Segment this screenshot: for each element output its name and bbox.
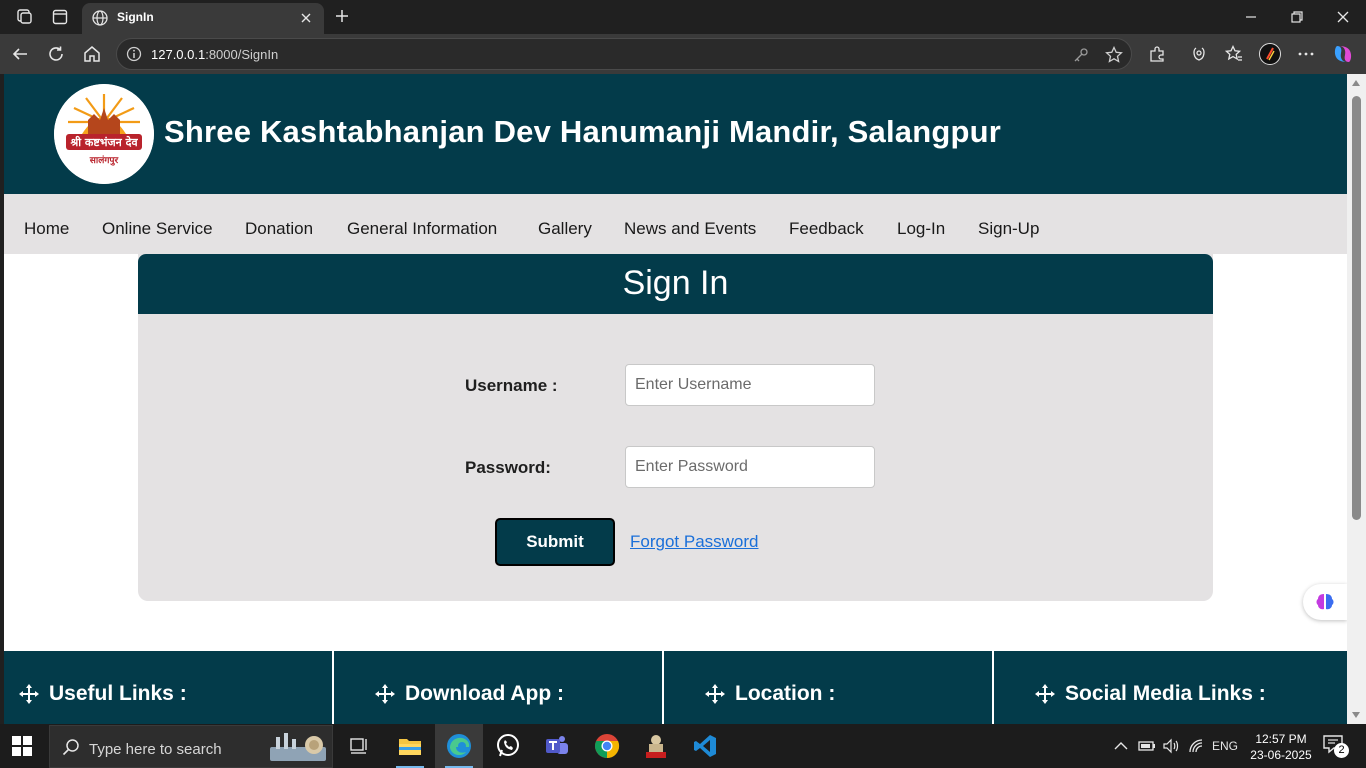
notification-center-icon[interactable]: 2	[1322, 734, 1349, 758]
menu-item-signup[interactable]: Sign-Up	[978, 219, 1039, 239]
password-label: Password:	[465, 458, 551, 477]
clock-date: 23-06-2025	[1250, 748, 1312, 762]
clock-time: 12:57 PM	[1255, 732, 1307, 746]
footer-title-social-media: Social Media Links :	[1065, 682, 1266, 705]
menu-item-feedback[interactable]: Feedback	[789, 219, 864, 239]
address-bar[interactable]: 127.0.0.1:8000/SignIn	[116, 38, 1132, 70]
assistant-brain-button[interactable]	[1303, 584, 1347, 620]
menu-item-online-service[interactable]: Online Service	[102, 219, 213, 239]
tab-signin[interactable]: SignIn	[82, 3, 324, 34]
footer-useful-links: Useful Links :	[4, 651, 332, 724]
vscode-icon[interactable]	[681, 724, 729, 768]
show-hidden-icons-icon[interactable]	[1114, 724, 1128, 768]
username-input[interactable]	[625, 364, 875, 406]
browser-essentials-icon[interactable]	[1188, 43, 1210, 65]
username-label: Username :	[465, 376, 558, 395]
search-placeholder: Type here to search	[89, 741, 222, 758]
menu-item-gallery[interactable]: Gallery	[538, 219, 592, 239]
arrows-move-icon	[1035, 684, 1055, 704]
minimize-icon[interactable]	[1228, 5, 1274, 29]
file-explorer-icon[interactable]	[386, 724, 434, 768]
logo-text-bottom: सालंगपुर	[89, 155, 119, 166]
search-icon	[62, 738, 80, 761]
menu-item-home[interactable]: Home	[24, 219, 69, 239]
forgot-password-link[interactable]: Forgot Password	[630, 532, 759, 552]
close-tab-icon[interactable]	[296, 8, 316, 28]
windows-taskbar: Type here to search ENG 12:57 PM 23-06-2…	[0, 724, 1366, 768]
network-icon[interactable]	[1188, 724, 1206, 768]
arrows-move-icon	[705, 684, 725, 704]
windows-start-icon[interactable]	[12, 736, 32, 756]
submit-button[interactable]: Submit	[495, 518, 615, 566]
arrows-move-icon	[19, 684, 39, 704]
arrows-move-icon	[375, 684, 395, 704]
refresh-icon[interactable]	[45, 43, 67, 65]
logo-text-top: श्री कष्टभंजन देव	[69, 135, 138, 149]
chrome-icon[interactable]	[583, 724, 631, 768]
footer-title-download-app: Download App :	[405, 682, 565, 705]
footer-title-useful-links: Useful Links :	[49, 682, 187, 705]
whatsapp-icon[interactable]	[484, 724, 532, 768]
menu-item-general-info[interactable]: General Information	[347, 219, 497, 239]
extensions-icon[interactable]	[1146, 43, 1168, 65]
tab-actions-icon[interactable]	[50, 7, 70, 27]
page-viewport: श्री कष्टभंजन देव सालंगपुर Shree Kashtab…	[4, 74, 1347, 724]
edge-browser-icon[interactable]	[435, 724, 483, 768]
menu-item-login[interactable]: Log-In	[897, 219, 945, 239]
volume-icon[interactable]	[1162, 724, 1180, 768]
teams-icon[interactable]	[533, 724, 581, 768]
scrollbar-thumb[interactable]	[1352, 96, 1361, 520]
scroll-down-arrow-icon[interactable]	[1352, 712, 1360, 718]
task-view-icon[interactable]	[336, 724, 384, 768]
browser-toolbar: 127.0.0.1:8000/SignIn	[0, 34, 1366, 74]
menu-item-news-events[interactable]: News and Events	[624, 219, 756, 239]
app-pdf-tool-icon[interactable]	[632, 724, 680, 768]
browser-tab-bar: SignIn	[0, 0, 1366, 34]
password-input[interactable]	[625, 446, 875, 488]
restore-icon[interactable]	[1274, 5, 1320, 29]
site-header: श्री कष्टभंजन देव सालंगपुर Shree Kashtab…	[4, 74, 1347, 194]
site-title: Shree Kashtabhanjan Dev Hanumanji Mandir…	[164, 114, 1002, 149]
footer-download-app: Download App :	[334, 651, 662, 724]
page-scrollbar[interactable]	[1347, 74, 1366, 724]
new-tab-icon[interactable]	[331, 5, 353, 27]
search-highlight-illustration-icon	[270, 733, 326, 761]
brain-icon	[1316, 594, 1334, 610]
site-info-icon[interactable]	[126, 46, 142, 67]
notification-count-badge: 2	[1334, 743, 1349, 758]
url-text: 127.0.0.1:8000/SignIn	[151, 47, 279, 62]
profile-avatar[interactable]	[1259, 43, 1281, 65]
footer-location: Location :	[664, 651, 992, 724]
taskbar-clock[interactable]: 12:57 PM 23-06-2025	[1246, 731, 1316, 763]
globe-icon	[91, 9, 109, 32]
footer-social-media: Social Media Links :	[994, 651, 1347, 724]
back-icon[interactable]	[9, 43, 31, 65]
taskbar-search[interactable]: Type here to search	[49, 725, 333, 768]
menu-item-donation[interactable]: Donation	[245, 219, 313, 239]
more-options-icon[interactable]	[1295, 43, 1317, 65]
home-icon[interactable]	[81, 43, 103, 65]
language-indicator[interactable]: ENG	[1212, 724, 1238, 768]
temple-logo[interactable]: श्री कष्टभंजन देव सालंगपुर	[54, 84, 154, 184]
workspaces-icon[interactable]	[14, 7, 34, 27]
favorite-star-icon[interactable]	[1104, 45, 1124, 65]
close-window-icon[interactable]	[1320, 5, 1366, 29]
scroll-up-arrow-icon[interactable]	[1352, 80, 1360, 86]
copilot-icon[interactable]	[1332, 43, 1354, 65]
favorites-icon[interactable]	[1223, 43, 1245, 65]
key-icon[interactable]	[1071, 45, 1091, 65]
signin-header: Sign In	[138, 254, 1213, 314]
footer-title-location: Location :	[735, 682, 836, 705]
signin-title: Sign In	[622, 264, 729, 302]
battery-icon[interactable]	[1138, 724, 1156, 768]
tab-title: SignIn	[117, 10, 154, 24]
